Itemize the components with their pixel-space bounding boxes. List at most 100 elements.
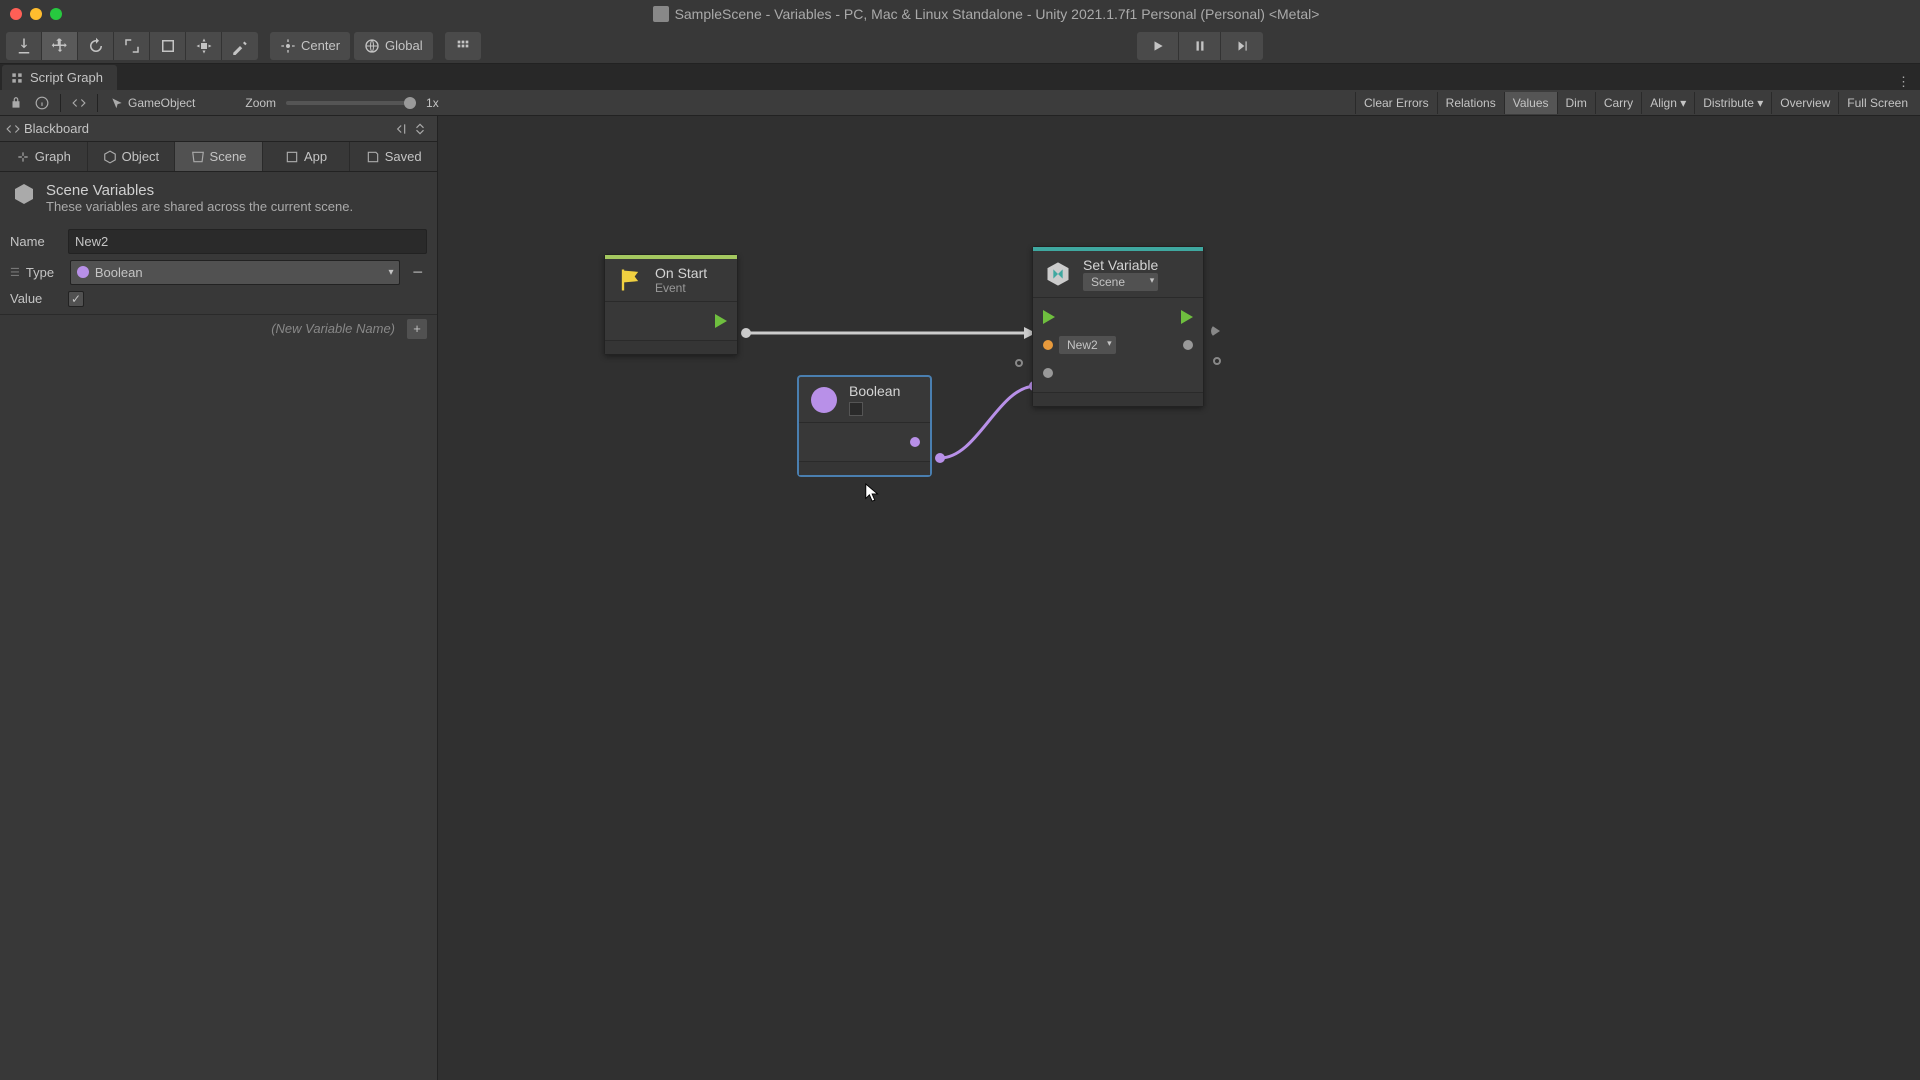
- snap-button[interactable]: [445, 32, 481, 60]
- saved-scope-icon: [366, 150, 380, 164]
- tab-graph[interactable]: Graph: [0, 142, 88, 171]
- info-button[interactable]: [30, 92, 54, 114]
- pause-icon: [1193, 39, 1207, 53]
- variable-name-input[interactable]: [68, 229, 427, 254]
- tab-scene[interactable]: Scene: [175, 142, 263, 171]
- carry-button[interactable]: Carry: [1595, 92, 1641, 114]
- step-button[interactable]: [1221, 32, 1263, 60]
- variable-value-checkbox[interactable]: [68, 291, 84, 307]
- titlebar: SampleScene - Variables - PC, Mac & Linu…: [0, 0, 1920, 28]
- clear-errors-button[interactable]: Clear Errors: [1355, 92, 1437, 114]
- name-label: Name: [10, 234, 60, 249]
- graph-icon: [10, 71, 24, 85]
- overview-button[interactable]: Overview: [1771, 92, 1838, 114]
- play-button[interactable]: [1137, 32, 1179, 60]
- type-value: Boolean: [95, 265, 143, 280]
- drag-handle[interactable]: ☰: [10, 266, 18, 279]
- pivot-group: Center Global: [270, 32, 433, 60]
- panel-tab-row: Script Graph ⋮: [0, 64, 1920, 90]
- graph-toolbar-left: GameObject Zoom 1x: [4, 92, 439, 114]
- ext-name-input-port[interactable]: [1015, 359, 1023, 367]
- scale-icon: [123, 37, 141, 55]
- name-output-port[interactable]: [1183, 340, 1193, 350]
- rect-icon: [159, 37, 177, 55]
- tab-app[interactable]: App: [263, 142, 351, 171]
- info-title: Scene Variables: [46, 182, 353, 199]
- flow-input-port[interactable]: [1043, 310, 1055, 324]
- dim-button[interactable]: Dim: [1557, 92, 1595, 114]
- zoom-slider-handle[interactable]: [404, 97, 416, 109]
- tab-object[interactable]: Object: [88, 142, 176, 171]
- name-input-port[interactable]: [1043, 340, 1053, 350]
- boolean-type-dot-icon: [77, 266, 89, 278]
- boolean-value-checkbox[interactable]: [849, 402, 863, 416]
- remove-variable-button[interactable]: −: [408, 262, 427, 283]
- tab-saved[interactable]: Saved: [350, 142, 437, 171]
- hand-tool[interactable]: [6, 32, 42, 60]
- grid-snap-icon: [455, 38, 471, 54]
- blackboard-panel: Blackboard Graph Object Scene App Saved …: [0, 116, 438, 1080]
- info-icon: [35, 96, 49, 110]
- flow-output-port[interactable]: [1181, 310, 1193, 324]
- code-icon: [72, 96, 86, 110]
- rotation-global-button[interactable]: Global: [354, 32, 433, 60]
- add-variable-button[interactable]: +: [407, 319, 427, 339]
- rotate-tool[interactable]: [78, 32, 114, 60]
- center-icon: [280, 38, 296, 54]
- code-button[interactable]: [67, 92, 91, 114]
- script-graph-tab[interactable]: Script Graph: [2, 65, 117, 90]
- scene-vars-icon: [12, 182, 36, 216]
- center-label: Center: [301, 38, 340, 53]
- move-tool[interactable]: [42, 32, 78, 60]
- node-header[interactable]: Set Variable Scene: [1033, 247, 1203, 298]
- variable-type-dropdown[interactable]: Boolean: [70, 260, 401, 285]
- zoom-value: 1x: [426, 96, 439, 110]
- scope-dropdown[interactable]: Scene: [1083, 273, 1158, 291]
- node-boolean-literal[interactable]: Boolean: [798, 376, 931, 476]
- variable-icon: [1043, 259, 1073, 289]
- custom-tool[interactable]: [222, 32, 258, 60]
- tab-menu-button[interactable]: ⋮: [1887, 74, 1920, 90]
- scene-variables-info: Scene Variables These variables are shar…: [0, 172, 437, 226]
- collapse-button[interactable]: [393, 120, 411, 138]
- value-input-port[interactable]: [1043, 368, 1053, 378]
- values-button[interactable]: Values: [1504, 92, 1557, 114]
- variable-name-dropdown[interactable]: New2: [1059, 336, 1116, 354]
- blackboard-icon: [6, 122, 20, 136]
- zoom-slider[interactable]: [286, 101, 416, 105]
- graph-canvas[interactable]: On Start Event Boolean: [438, 116, 1920, 1080]
- full-screen-button[interactable]: Full Screen: [1838, 92, 1916, 114]
- step-icon: [1235, 39, 1249, 53]
- scale-tool[interactable]: [114, 32, 150, 60]
- minimize-window-button[interactable]: [30, 8, 42, 20]
- blackboard-tabs: Graph Object Scene App Saved: [0, 142, 437, 172]
- node-header[interactable]: On Start Event: [605, 255, 737, 302]
- relations-button[interactable]: Relations: [1437, 92, 1504, 114]
- gameobject-breadcrumb[interactable]: GameObject: [104, 93, 201, 113]
- ext-flow-output-port[interactable]: [1211, 325, 1221, 337]
- value-output-port[interactable]: [910, 437, 920, 447]
- lock-button[interactable]: [4, 92, 28, 114]
- play-icon: [1151, 39, 1165, 53]
- node-set-variable[interactable]: Set Variable Scene New2: [1032, 246, 1204, 407]
- lock-icon: [9, 96, 23, 110]
- node-on-start[interactable]: On Start Event: [604, 254, 738, 355]
- node-header[interactable]: Boolean: [799, 377, 930, 423]
- ext-value-output-port[interactable]: [1213, 357, 1221, 365]
- zoom-label: Zoom: [245, 96, 276, 110]
- window-controls: [10, 8, 62, 20]
- blackboard-header: Blackboard: [0, 116, 437, 142]
- hand-icon: [15, 37, 33, 55]
- flow-output-port[interactable]: [715, 314, 727, 328]
- transform-tool[interactable]: [186, 32, 222, 60]
- pause-button[interactable]: [1179, 32, 1221, 60]
- global-label: Global: [385, 38, 423, 53]
- maximize-window-button[interactable]: [50, 8, 62, 20]
- rect-tool[interactable]: [150, 32, 186, 60]
- close-window-button[interactable]: [10, 8, 22, 20]
- align-button[interactable]: Align ▾: [1641, 92, 1694, 114]
- pivot-center-button[interactable]: Center: [270, 32, 350, 60]
- scroll-button[interactable]: [413, 120, 431, 138]
- distribute-button[interactable]: Distribute ▾: [1694, 92, 1771, 114]
- window-title: SampleScene - Variables - PC, Mac & Linu…: [62, 6, 1910, 22]
